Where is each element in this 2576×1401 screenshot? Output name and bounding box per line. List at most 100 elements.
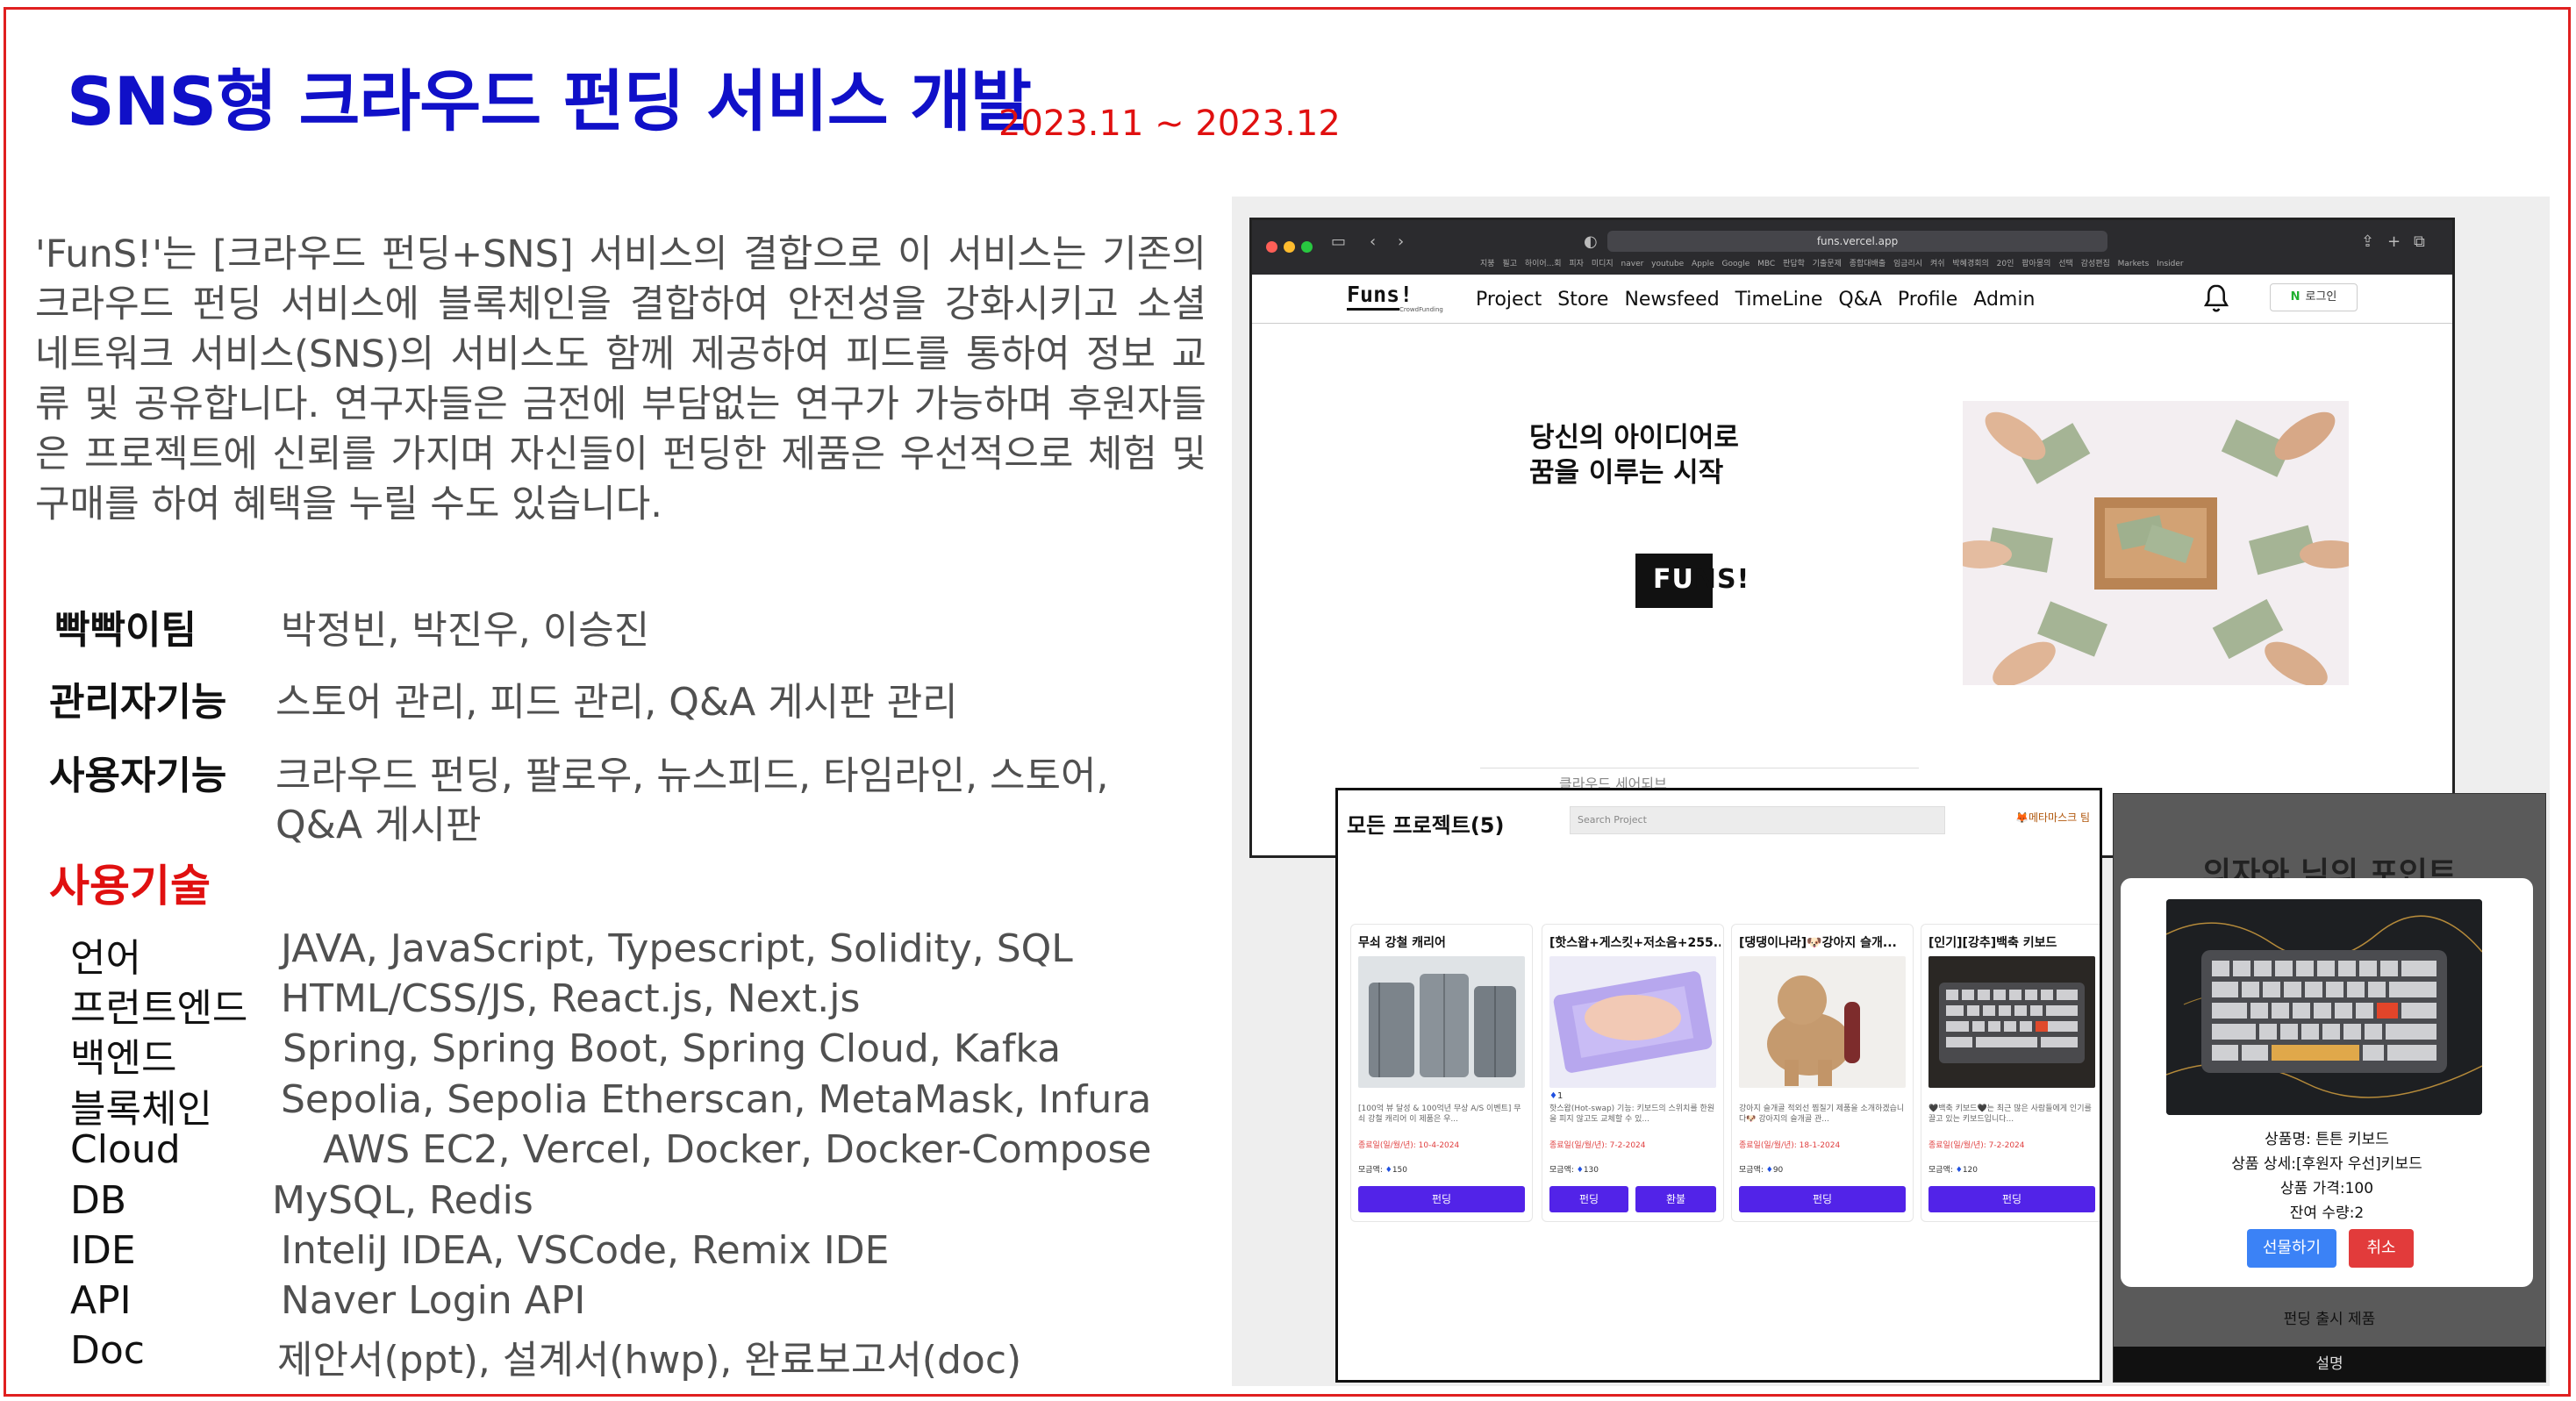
notification-bell-icon[interactable] <box>2200 282 2233 315</box>
project-description: 'FunS!'는 [크라우드 펀딩+SNS] 서비스의 결합으로 이 서비스는 … <box>35 232 1206 526</box>
metamask-fox-icon: 🦊 <box>2015 811 2029 824</box>
menu-item-timeline[interactable]: TimeLine <box>1735 289 1823 311</box>
menu-item-project[interactable]: Project <box>1476 289 1542 311</box>
tech-label: Cloud <box>70 1127 181 1172</box>
hero-line-2: 꿈을 이루는 시작 <box>1529 457 1724 489</box>
product-footer: 펀딩 출시 제품 <box>2283 1311 2376 1328</box>
fund-button[interactable]: 펀딩 <box>1549 1186 1628 1212</box>
product-price: 상품 가격:100 <box>2279 1180 2374 1197</box>
team-label: 빡빡이팀 <box>54 608 197 653</box>
cancel-button[interactable]: 취소 <box>2349 1229 2414 1268</box>
eth-icon: ♦ <box>1576 1166 1584 1175</box>
projects-title: 모든 프로젝트(5) <box>1347 813 1505 838</box>
project-card[interactable]: [인기][강추]백축 키보드 🖤백축 키보드🖤는 최근 많은 사람들에게 인기를… <box>1921 924 2100 1222</box>
project-card[interactable]: 무쇠 강철 캐리어 [100억 뷰 달성 & 100억년 무상 A/S 이벤트]… <box>1350 924 1533 1222</box>
eth-icon: ♦ <box>1385 1166 1392 1175</box>
naver-logo-icon: N <box>2290 290 2301 304</box>
hero-funs-logo: FUNS! <box>1635 554 1767 608</box>
amount-value: 90 <box>1772 1166 1784 1175</box>
new-tab-icon[interactable]: + <box>2387 232 2401 251</box>
sidebar-icon[interactable]: ▭ <box>1331 232 1346 251</box>
user-feature-label: 사용자기능 <box>49 754 227 798</box>
project-card-desc: 🖤백축 키보드🖤는 최근 많은 사람들에게 인기를 끌고 있는 키보드입니다..… <box>1928 1104 2092 1124</box>
product-description-bar: 설명 <box>2114 1347 2545 1382</box>
project-period: 2023.11 ~ 2023.12 <box>998 104 1341 144</box>
tech-value: InteliJ IDEA, VSCode, Remix IDE <box>281 1228 890 1273</box>
product-stock: 잔여 수량:2 <box>2289 1204 2365 1222</box>
puppy-image <box>1739 956 1906 1088</box>
tech-value: AWS EC2, Vercel, Docker, Docker-Compose <box>323 1127 1152 1172</box>
fund-button[interactable]: 펀딩 <box>1358 1186 1525 1212</box>
project-card-title: 무쇠 강철 캐리어 <box>1358 936 1446 950</box>
tech-value: Spring, Spring Boot, Spring Cloud, Kafka <box>283 1026 1062 1071</box>
login-label: 로그인 <box>2305 290 2337 304</box>
amount-value: 130 <box>1583 1166 1599 1175</box>
project-card-desc: 강아지 슬개골 적외선 찜질기 제품을 소개하겠습니다🐶 강아지의 슬개골 관.… <box>1739 1104 1905 1124</box>
tech-label: 블록체인 <box>70 1087 212 1132</box>
project-card-deadline: 종료일(일/월/년): 10-4-2024 <box>1358 1141 1460 1150</box>
fund-button[interactable]: 펀딩 <box>1928 1186 2095 1212</box>
browser-window: ▭ ‹ › ◐ funs.vercel.app ⇪ + ⧉ 지붕 필고 하이어.… <box>1249 218 2455 858</box>
menu-item-newsfeed[interactable]: Newsfeed <box>1624 289 1719 311</box>
bookmarks-bar[interactable]: 지붕 필고 하이어...회 피자 미디지 naver youtube Apple… <box>1480 257 2184 268</box>
product-info: 상품명: 튼튼 키보드 상품 상세:[후원자 우선]키보드 상품 가격:100 … <box>2121 1127 2533 1226</box>
menu-item-store[interactable]: Store <box>1557 289 1608 311</box>
project-card-deadline: 종료일(일/월/년): 7-2-2024 <box>1928 1141 2025 1150</box>
back-icon[interactable]: ‹ <box>1370 232 1376 251</box>
amount-label: 모금액: <box>1549 1166 1574 1175</box>
refund-button[interactable]: 환불 <box>1635 1186 1716 1212</box>
browser-toolbar: ▭ ‹ › ◐ funs.vercel.app ⇪ + ⧉ 지붕 필고 하이어.… <box>1252 220 2452 275</box>
amount-label: 모금액: <box>1358 1166 1383 1175</box>
tech-label: Doc <box>70 1328 145 1373</box>
metamask-label: 메타마스크 팀 <box>2028 811 2091 824</box>
project-card-title: [핫스왑+게스킷+저소음+255... <box>1549 936 1721 950</box>
user-feature-value-2: Q&A 게시판 <box>275 803 482 847</box>
close-dot-icon[interactable] <box>1266 241 1277 253</box>
site-logo[interactable]: Funs! <box>1347 282 1413 307</box>
share-icon[interactable]: ⇪ <box>2361 232 2374 251</box>
tech-label: IDE <box>70 1228 136 1273</box>
project-card-amount: 모금액: ♦150 <box>1358 1163 1407 1175</box>
product-detail: 상품 상세:[후원자 우선]키보드 <box>2231 1155 2422 1173</box>
project-search-input[interactable]: Search Project <box>1570 806 1945 834</box>
tech-label: API <box>70 1278 132 1323</box>
metamask-button[interactable]: 🦊메타마스크 팀 <box>2015 810 2090 825</box>
amount-label: 모금액: <box>1928 1166 1953 1175</box>
naver-login-button[interactable]: N 로그인 <box>2270 283 2358 311</box>
privacy-shield-icon[interactable]: ◐ <box>1584 232 1598 251</box>
project-card-amount: 모금액: ♦90 <box>1739 1163 1783 1175</box>
forward-icon[interactable]: › <box>1398 232 1404 251</box>
project-card-desc: 핫스왑(Hot-swap) 기능: 키보드의 스위치를 한원을 피지 않고도 교… <box>1549 1104 1715 1124</box>
amount-label: 모금액: <box>1739 1166 1764 1175</box>
tech-value: HTML/CSS/JS, React.js, Next.js <box>281 976 861 1021</box>
product-name: 상품명: 튼튼 키보드 <box>2265 1131 2389 1148</box>
projects-page: 모든 프로젝트(5) Search Project 🦊메타마스크 팀 무쇠 강철… <box>1335 788 2102 1383</box>
eth-icon: ♦ <box>1765 1166 1773 1175</box>
tech-value: Naver Login API <box>281 1278 586 1323</box>
project-card[interactable]: [댕댕이나라]🐶강아지 슬개... 강아지 슬개골 적외선 찜질기 제품을 소개… <box>1731 924 1914 1222</box>
minimize-dot-icon[interactable] <box>1284 241 1295 253</box>
url-bar[interactable]: funs.vercel.app <box>1607 231 2107 252</box>
site-header: Funs! CrowdFunding Project Store Newsfeed T… <box>1252 275 2452 324</box>
keyboard-hand-image <box>1549 956 1716 1088</box>
project-card[interactable]: [핫스왑+게스킷+저소음+255... ♦1 핫스왑(Hot-swap) 기능:… <box>1542 924 1724 1222</box>
admin-feature-value: 스토어 관리, 피드 관리, Q&A 게시판 관리 <box>275 680 958 725</box>
tech-value: Sepolia, Sepolia Etherscan, MetaMask, In… <box>281 1077 1152 1122</box>
window-controls <box>1266 239 1319 256</box>
hero-logo-part-a: FU <box>1653 564 1694 595</box>
like-count: ♦1 <box>1549 1091 1563 1101</box>
fund-button[interactable]: 펀딩 <box>1739 1186 1906 1212</box>
user-feature-row: 사용자기능 크라우드 펀딩, 팔로우, 뉴스피드, 타임라인, 스토어, Q&A… <box>49 744 1108 849</box>
eth-icon: ♦ <box>1549 1091 1557 1101</box>
maximize-dot-icon[interactable] <box>1301 241 1313 253</box>
menu-item-qna[interactable]: Q&A <box>1838 289 1882 311</box>
main-menu: Project Store Newsfeed TimeLine Q&A Profile Ad… <box>1476 289 2050 311</box>
gift-button[interactable]: 선물하기 <box>2247 1229 2336 1268</box>
hero-line-1: 당신의 아이디어로 <box>1529 422 1739 454</box>
menu-item-profile[interactable]: Profile <box>1898 289 1957 311</box>
user-feature-value: 크라우드 펀딩, 팔로우, 뉴스피드, 타임라인, 스토어, <box>275 754 1109 798</box>
project-card-desc: [100억 뷰 달성 & 100억년 무상 A/S 이벤트] 무쇠 강철 캐리어… <box>1358 1104 1521 1124</box>
amount-value: 150 <box>1392 1166 1408 1175</box>
menu-item-admin[interactable]: Admin <box>1973 289 2035 311</box>
tabs-overview-icon[interactable]: ⧉ <box>2414 232 2425 251</box>
